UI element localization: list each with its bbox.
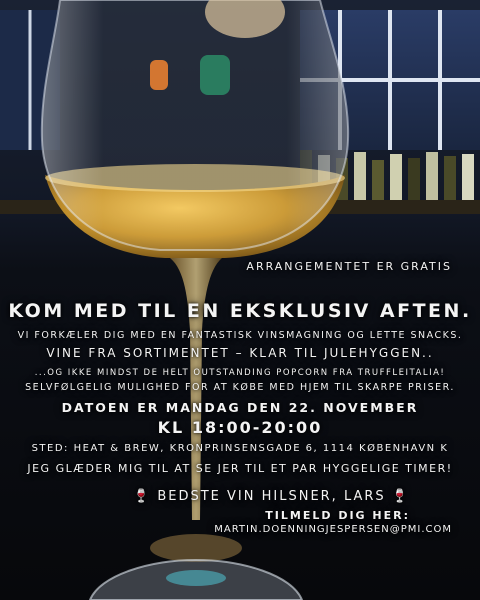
tasting-description: VI FORKÆLER DIG MED EN FANTASTISK VINSMA… <box>17 330 463 341</box>
event-poster: ARRANGEMENTET ER GRATIS KOM MED TIL EN E… <box>0 0 480 600</box>
event-venue: STED: HEAT & BREW, KRONPRINSENSGADE 6, 1… <box>31 443 449 454</box>
free-event-text: ARRANGEMENTET ER GRATIS <box>246 260 452 273</box>
signature: 🍷 BEDSTE VIN HILSNER, LARS 🍷 <box>133 489 410 504</box>
wine-glass-icon: 🍷 <box>133 489 152 504</box>
event-date: DATOEN ER MANDAG DEN 22. NOVEMBER <box>61 400 419 415</box>
wine-selection-text: VINE FRA SORTIMENTET – KLAR TIL JULEHYGG… <box>46 346 434 360</box>
purchase-text: SELVFØLGELIG MULIGHED FOR AT KØBE MED HJ… <box>25 382 455 393</box>
signup-email[interactable]: MARTIN.DOENNINGJESPERSEN@PMI.COM <box>214 524 452 535</box>
event-time: KL 18:00-20:00 <box>157 418 323 437</box>
headline: KOM MED TIL EN EKSKLUSIV AFTEN. <box>8 300 472 322</box>
signature-text: BEDSTE VIN HILSNER, LARS <box>157 489 386 504</box>
closing-text: JEG GLÆDER MIG TIL AT SE JER TIL ET PAR … <box>27 462 453 475</box>
wine-glass-icon: 🍷 <box>391 489 410 504</box>
signup-label: TILMELD DIG HER: <box>265 509 410 522</box>
popcorn-text: ...OG IKKE MINDST DE HELT OUTSTANDING PO… <box>34 368 446 378</box>
